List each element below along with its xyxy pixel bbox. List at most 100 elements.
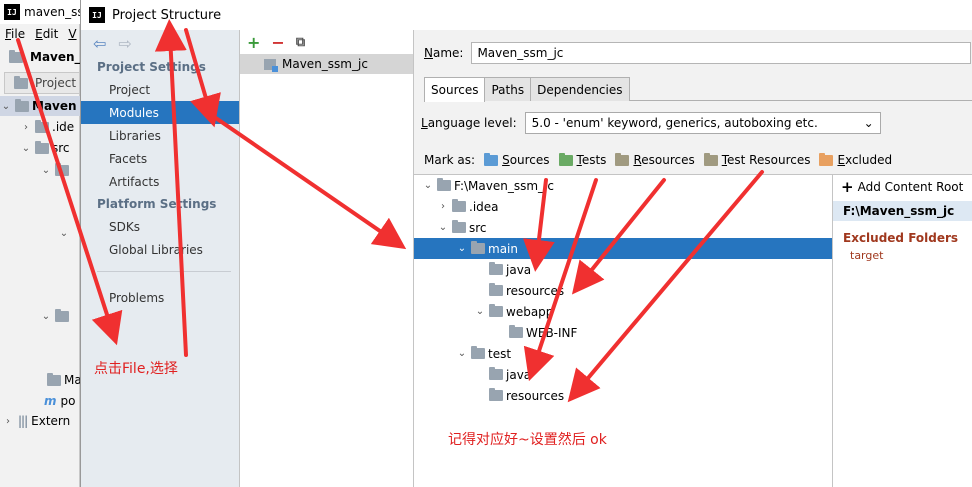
project-tool-window-tab[interactable]: Project (4, 72, 80, 94)
project-settings-header: Project Settings (97, 60, 206, 74)
maven-m-icon: m (44, 394, 57, 408)
menu-file[interactable]: File (5, 27, 25, 41)
remove-icon[interactable]: − (271, 33, 284, 52)
module-list-panel: + − ⧉ Maven_ssm_jc (240, 30, 414, 487)
folder-icon (437, 178, 451, 191)
tab-paths[interactable]: Paths (484, 77, 532, 101)
chevron-down-icon[interactable]: ⌄ (456, 348, 468, 359)
content-root-path[interactable]: F:\Maven_ssm_jc (833, 201, 972, 221)
module-list-item[interactable]: Maven_ssm_jc (240, 54, 413, 74)
tree-label: java (506, 262, 532, 277)
module-detail-panel: Name: Sources Paths Dependencies Languag… (414, 30, 972, 487)
copy-icon[interactable]: ⧉ (296, 35, 305, 50)
language-level-value: 5.0 - 'enum' keyword, generics, autoboxi… (531, 116, 818, 130)
tab-dependencies[interactable]: Dependencies (530, 77, 630, 101)
tree-row-idea[interactable]: › .idea (414, 196, 832, 217)
tree-row-webapp[interactable]: ⌄ webapp (414, 301, 832, 322)
content-roots-panel: + Add Content Root F:\Maven_ssm_jc Exclu… (832, 174, 972, 487)
chevron-down-icon[interactable]: ⌄ (0, 101, 12, 112)
menu-view[interactable]: V (68, 27, 76, 41)
add-content-root-button[interactable]: + Add Content Root (833, 175, 972, 199)
tree-row-src[interactable]: ⌄ src (414, 217, 832, 238)
tree-row-main-java[interactable]: java (414, 259, 832, 280)
chevron-right-icon[interactable]: › (437, 201, 449, 212)
ide-tree-row[interactable]: ⌄ Maven (0, 96, 80, 116)
mark-as-row: Mark as: Sources Tests Resources Test Re… (424, 150, 892, 170)
chevron-down-icon[interactable]: ⌄ (58, 228, 70, 239)
chevron-down-icon[interactable]: ⌄ (437, 222, 449, 233)
test-resources-folder-icon (703, 152, 718, 166)
language-level-select[interactable]: 5.0 - 'enum' keyword, generics, autoboxi… (524, 112, 881, 134)
ide-tree-row[interactable]: ⌄ (0, 223, 70, 243)
excluded-folders-header: Excluded Folders (843, 231, 959, 245)
nav-item-project[interactable]: Project (81, 78, 239, 101)
mark-test-resources-label: Test Resources (721, 153, 811, 167)
folder-icon (35, 119, 49, 133)
chevron-down-icon[interactable]: ⌄ (40, 165, 52, 176)
ide-tree-row[interactable]: › ||| Extern (0, 411, 70, 431)
annotation-text-step2: 记得对应好~设置然后 ok (448, 432, 607, 448)
folder-icon (509, 325, 523, 338)
folder-icon (471, 346, 485, 359)
chevron-down-icon[interactable]: ⌄ (40, 311, 52, 322)
mark-tests-button[interactable]: Tests (556, 152, 606, 167)
ide-tree-row[interactable]: m po (0, 391, 75, 411)
add-content-root-label: Add Content Root (857, 180, 964, 194)
ide-tree-row[interactable]: Ma (0, 370, 82, 390)
tree-label: src (52, 141, 70, 155)
folder-icon (489, 388, 503, 401)
ide-menu-bar: File Edit V (0, 24, 80, 44)
tree-label: F:\Maven_ssm_jc (454, 178, 554, 193)
project-folder-icon (9, 49, 23, 63)
tree-row-web-inf[interactable]: WEB-INF (414, 322, 832, 343)
name-row: Name: (424, 42, 972, 64)
nav-item-problems[interactable]: Problems (81, 286, 239, 309)
tab-sources[interactable]: Sources (424, 77, 486, 102)
module-name-input[interactable] (471, 42, 972, 64)
tree-row-test[interactable]: ⌄ test (414, 343, 832, 364)
mark-sources-label: Sources (502, 153, 550, 167)
folder-icon (489, 304, 503, 317)
tree-label: resources (506, 388, 565, 403)
mark-test-resources-button[interactable]: Test Resources (701, 152, 811, 167)
nav-item-libraries[interactable]: Libraries (81, 124, 239, 147)
chevron-down-icon[interactable]: ⌄ (20, 143, 32, 154)
menu-edit[interactable]: Edit (35, 27, 58, 41)
tree-row-test-java[interactable]: java (414, 364, 832, 385)
ide-title-bar: IJ maven_ssm (0, 0, 95, 24)
chevron-down-icon[interactable]: ⌄ (456, 243, 468, 254)
ide-tree-row[interactable]: ⌄ (0, 160, 72, 180)
tree-row-root[interactable]: ⌄ F:\Maven_ssm_jc (414, 175, 832, 196)
mark-sources-button[interactable]: Sources (481, 152, 550, 167)
mark-resources-button[interactable]: Resources (612, 152, 695, 167)
ide-tree-row[interactable]: ⌄ src (0, 138, 70, 158)
back-arrow-icon[interactable]: ⇦ (93, 34, 106, 53)
chevron-down-icon[interactable]: ⌄ (474, 306, 486, 317)
chevron-right-icon[interactable]: › (20, 122, 32, 133)
chevron-right-icon[interactable]: › (2, 416, 14, 427)
nav-item-global-libraries[interactable]: Global Libraries (81, 238, 239, 261)
mark-excluded-button[interactable]: Excluded (816, 152, 892, 167)
folder-icon (452, 220, 466, 233)
mark-resources-label: Resources (633, 153, 695, 167)
nav-item-sdks[interactable]: SDKs (81, 215, 239, 238)
module-toolbar: + − ⧉ (240, 30, 413, 54)
tree-label: po (60, 394, 76, 408)
forward-arrow-icon[interactable]: ⇨ (118, 34, 131, 53)
excluded-folder-item[interactable]: target (833, 249, 972, 262)
nav-item-artifacts[interactable]: Artifacts (81, 170, 239, 193)
ide-tree-row[interactable]: › .ide (0, 117, 74, 137)
nav-item-modules[interactable]: Modules (81, 101, 239, 124)
tree-row-main[interactable]: ⌄ main (414, 238, 832, 259)
intellij-logo-icon: IJ (89, 7, 105, 23)
tree-row-main-resources[interactable]: resources (414, 280, 832, 301)
ide-tree-row[interactable]: ⌄ (0, 306, 72, 326)
tree-label: WEB-INF (526, 325, 578, 340)
add-icon[interactable]: + (247, 33, 260, 52)
file-icon (47, 372, 61, 386)
tree-row-test-resources[interactable]: resources (414, 385, 832, 406)
language-level-row: Language level: 5.0 - 'enum' keyword, ge… (421, 112, 881, 134)
folder-icon (489, 283, 503, 296)
chevron-down-icon[interactable]: ⌄ (422, 180, 434, 191)
nav-item-facets[interactable]: Facets (81, 147, 239, 170)
